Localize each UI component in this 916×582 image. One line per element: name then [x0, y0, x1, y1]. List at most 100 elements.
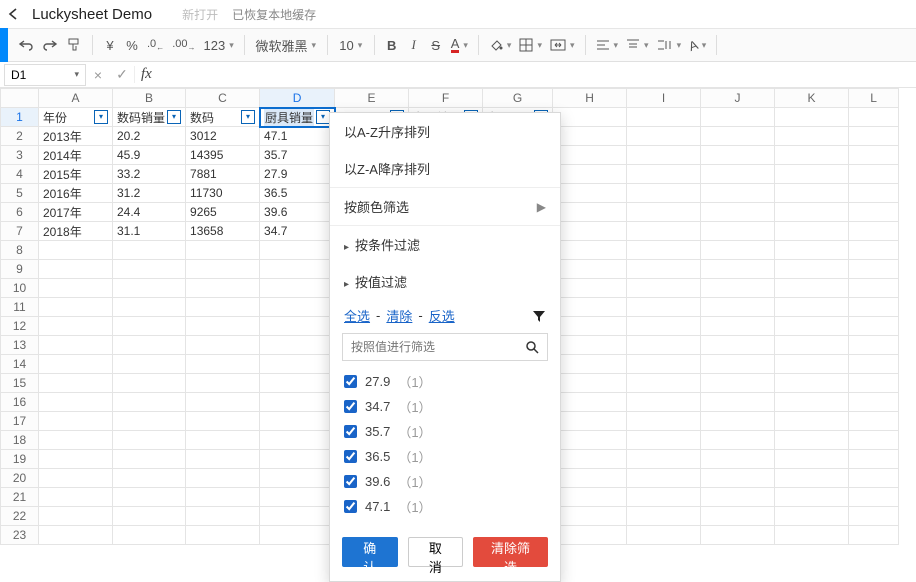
column-header-D[interactable]: D — [260, 89, 335, 108]
cell[interactable] — [627, 431, 701, 450]
cell[interactable] — [775, 355, 849, 374]
cell[interactable] — [775, 222, 849, 241]
row-header[interactable]: 11 — [1, 298, 39, 317]
cell[interactable] — [849, 412, 899, 431]
cell[interactable] — [849, 317, 899, 336]
cell[interactable] — [701, 507, 775, 526]
cell[interactable] — [553, 450, 627, 469]
cell[interactable] — [186, 279, 260, 298]
undo-button[interactable] — [14, 32, 38, 58]
filter-value-item[interactable]: 35.7（1） — [344, 419, 546, 444]
cell[interactable] — [627, 507, 701, 526]
column-header-H[interactable]: H — [553, 89, 627, 108]
cell[interactable] — [186, 450, 260, 469]
cell[interactable] — [186, 412, 260, 431]
cell[interactable] — [39, 260, 113, 279]
border-button[interactable] — [515, 32, 546, 58]
cell[interactable] — [260, 526, 335, 545]
sort-descending-item[interactable]: 以Z-A降序排列 — [330, 150, 560, 187]
cell[interactable] — [553, 355, 627, 374]
cell[interactable] — [775, 260, 849, 279]
row-header[interactable]: 9 — [1, 260, 39, 279]
cell[interactable] — [553, 298, 627, 317]
cell[interactable]: 20.2 — [113, 127, 186, 146]
filter-value-checkbox[interactable] — [344, 500, 357, 513]
cell[interactable] — [701, 184, 775, 203]
cell[interactable]: 2018年 — [39, 222, 113, 241]
row-header[interactable]: 2 — [1, 127, 39, 146]
row-header[interactable]: 13 — [1, 336, 39, 355]
cell[interactable] — [260, 241, 335, 260]
cell[interactable] — [553, 374, 627, 393]
filter-confirm-button[interactable]: 确 认 — [342, 537, 398, 567]
cell[interactable] — [775, 127, 849, 146]
cell[interactable]: 3012 — [186, 127, 260, 146]
cell[interactable] — [553, 488, 627, 507]
cell[interactable] — [775, 241, 849, 260]
filter-by-color-item[interactable]: 按颜色筛选▶ — [330, 188, 560, 225]
cell[interactable]: 2015年 — [39, 165, 113, 184]
row-header[interactable]: 12 — [1, 317, 39, 336]
cell[interactable] — [39, 279, 113, 298]
cell[interactable]: 13658 — [186, 222, 260, 241]
cell[interactable] — [775, 165, 849, 184]
text-rotate-button[interactable]: A — [685, 32, 710, 58]
bold-button[interactable]: B — [381, 32, 403, 58]
h-align-button[interactable] — [592, 32, 623, 58]
name-box[interactable]: D1▾ — [4, 64, 86, 86]
cell[interactable] — [186, 526, 260, 545]
filter-clear-button[interactable]: 清除筛选 — [473, 537, 548, 567]
cell[interactable] — [186, 260, 260, 279]
cell[interactable] — [39, 507, 113, 526]
cell[interactable] — [701, 127, 775, 146]
formula-input[interactable] — [158, 64, 916, 86]
cell[interactable] — [553, 507, 627, 526]
invert-link[interactable]: 反选 — [429, 306, 455, 325]
row-header[interactable]: 15 — [1, 374, 39, 393]
cell[interactable] — [186, 507, 260, 526]
cell[interactable] — [701, 279, 775, 298]
font-family-select[interactable]: 微软雅黑 — [251, 32, 321, 58]
cell[interactable] — [775, 412, 849, 431]
cell[interactable] — [186, 393, 260, 412]
cell[interactable] — [113, 450, 186, 469]
cell[interactable]: 9265 — [186, 203, 260, 222]
cell[interactable] — [186, 355, 260, 374]
cell[interactable] — [701, 450, 775, 469]
cell[interactable] — [849, 279, 899, 298]
number-format-dropdown[interactable]: 123 — [199, 32, 237, 58]
row-header[interactable]: 17 — [1, 412, 39, 431]
cell[interactable]: 36.5 — [260, 184, 335, 203]
cell[interactable] — [260, 279, 335, 298]
cell[interactable] — [113, 336, 186, 355]
cell[interactable] — [553, 393, 627, 412]
search-icon[interactable] — [525, 340, 539, 354]
cell[interactable] — [186, 336, 260, 355]
cell[interactable] — [627, 298, 701, 317]
cell[interactable]: 7881 — [186, 165, 260, 184]
cell[interactable] — [775, 431, 849, 450]
cell[interactable] — [627, 469, 701, 488]
column-header-B[interactable]: B — [113, 89, 186, 108]
cell[interactable] — [260, 431, 335, 450]
cell[interactable] — [775, 488, 849, 507]
cell[interactable] — [113, 374, 186, 393]
cell[interactable] — [775, 146, 849, 165]
cell[interactable] — [849, 241, 899, 260]
strike-button[interactable]: S — [425, 32, 447, 58]
filter-search[interactable] — [342, 333, 548, 361]
cell[interactable] — [260, 393, 335, 412]
cell[interactable] — [39, 317, 113, 336]
row-header[interactable]: 23 — [1, 526, 39, 545]
cell[interactable] — [553, 469, 627, 488]
cell[interactable] — [39, 298, 113, 317]
cell[interactable] — [775, 450, 849, 469]
cell[interactable]: 27.9 — [260, 165, 335, 184]
percent-format-button[interactable]: % — [121, 32, 143, 58]
cell[interactable] — [775, 279, 849, 298]
cell[interactable] — [775, 336, 849, 355]
cell[interactable] — [260, 336, 335, 355]
italic-button[interactable]: I — [403, 32, 425, 58]
cell[interactable] — [553, 431, 627, 450]
cell[interactable] — [849, 450, 899, 469]
